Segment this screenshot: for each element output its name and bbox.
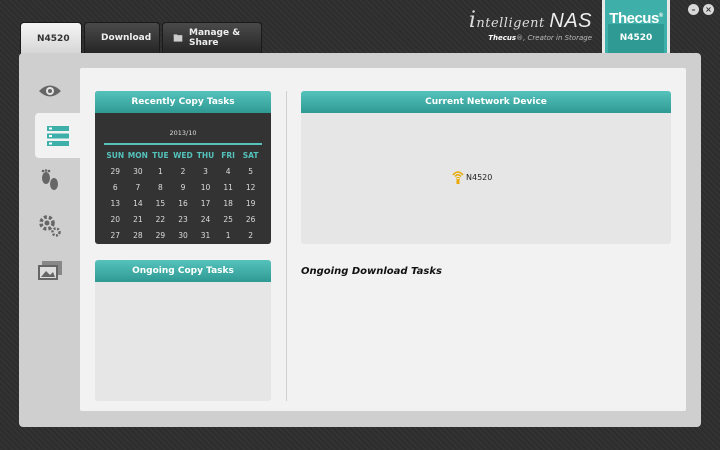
calendar-day[interactable]: 27 — [104, 231, 127, 240]
calendar-day[interactable]: 21 — [127, 215, 150, 224]
calendar-day[interactable]: 24 — [194, 215, 217, 224]
recent-copy-panel: Recently Copy Tasks 2013/10 SUN MON TUE WED… — [95, 91, 271, 244]
calendar-day[interactable]: 26 — [239, 215, 262, 224]
shield-text: Thecus® N4520 — [602, 10, 670, 43]
logo-name: Thecus® — [609, 10, 663, 27]
tab-manage-share[interactable]: Manage & Share — [162, 22, 262, 53]
calendar-grid: SUN MON TUE WED THU FRI SAT 29 30 1 2 3 4 5 6 7 8 9 10 11 1… — [104, 147, 262, 243]
folder-icon — [173, 34, 183, 42]
sidebar-item-gallery[interactable] — [19, 248, 80, 293]
device-label: N4520 — [466, 172, 493, 182]
weekday-label: SAT — [242, 150, 259, 160]
calendar-day[interactable]: 12 — [239, 183, 262, 192]
sidebar-item-overview[interactable] — [19, 68, 80, 113]
weekday-label: THU — [196, 150, 215, 160]
calendar-day[interactable]: 30 — [127, 167, 150, 176]
calendar-day[interactable]: 6 — [104, 183, 127, 192]
product-tagline: Thecus®, Creator in Storage — [466, 34, 592, 42]
calendar-day[interactable]: 22 — [149, 215, 172, 224]
calendar-day[interactable]: 4 — [217, 167, 240, 176]
calendar-day[interactable]: 9 — [172, 183, 195, 192]
weekday-label: SUN — [106, 150, 125, 160]
download-tasks-title: Ongoing Download Tasks — [301, 266, 442, 277]
calendar-day[interactable]: 30 — [172, 231, 195, 240]
ongoing-copy-title: Ongoing Copy Tasks — [95, 260, 271, 282]
task-list-icon — [46, 125, 69, 146]
weekday-label: WED — [173, 150, 193, 160]
calendar-day[interactable]: 16 — [172, 199, 195, 208]
sidebar-item-settings[interactable] — [19, 203, 80, 248]
calendar-day[interactable]: 15 — [149, 199, 172, 208]
footprints-icon — [41, 168, 58, 190]
sidebar-item-activity[interactable] — [19, 158, 80, 203]
tab-bar: N4520 Download Manage & Share — [20, 22, 262, 54]
calendar-week-row: 13 14 15 16 17 18 19 — [104, 195, 262, 211]
minimize-button[interactable]: – — [688, 4, 699, 15]
calendar-week-row: 20 21 22 23 24 25 26 — [104, 211, 262, 227]
product-title: intelligent NAS — [466, 8, 592, 33]
tagline-rest: ®, Creator in Storage — [516, 34, 592, 42]
calendar-day[interactable]: 10 — [194, 183, 217, 192]
tab-label: N4520 — [37, 33, 70, 44]
calendar-week-row: 27 28 29 30 31 1 2 — [104, 227, 262, 243]
close-button[interactable]: × — [703, 4, 714, 15]
wifi-device-icon — [452, 171, 464, 184]
calendar-day[interactable]: 1 — [217, 231, 240, 240]
sidebar-item-tasks[interactable] — [35, 113, 80, 158]
network-device-panel: Current Network Device — [301, 91, 671, 244]
calendar-day[interactable]: 5 — [239, 167, 262, 176]
calendar-divider — [104, 143, 262, 145]
calendar-day[interactable]: 29 — [104, 167, 127, 176]
product-branding: intelligent NAS Thecus®, Creator in Stor… — [466, 8, 592, 42]
settings-gears-icon — [38, 214, 61, 237]
calendar-day[interactable]: 28 — [127, 231, 150, 240]
calendar-day[interactable]: 17 — [194, 199, 217, 208]
column-divider — [286, 91, 287, 401]
tab-n4520[interactable]: N4520 — [20, 22, 82, 54]
calendar-day[interactable]: 7 — [127, 183, 150, 192]
window-controls: – × — [688, 4, 714, 15]
tab-label: Manage & Share — [189, 28, 241, 48]
calendar-day[interactable]: 11 — [217, 183, 240, 192]
calendar-day[interactable]: 2 — [172, 167, 195, 176]
calendar-week-row: 6 7 8 9 10 11 12 — [104, 179, 262, 195]
weekday-label: TUE — [152, 150, 169, 160]
calendar-day[interactable]: 25 — [217, 215, 240, 224]
sidebar — [19, 68, 80, 412]
title-mid: ntelligent — [476, 16, 550, 31]
logo-model: N4520 — [619, 33, 653, 43]
calendar-day[interactable]: 14 — [127, 199, 150, 208]
network-device-title: Current Network Device — [301, 91, 671, 113]
calendar-day[interactable]: 2 — [239, 231, 262, 240]
ongoing-copy-panel: Ongoing Copy Tasks — [95, 260, 271, 401]
calendar-day[interactable]: 8 — [149, 183, 172, 192]
calendar-day[interactable]: 3 — [194, 167, 217, 176]
weekday-row: SUN MON TUE WED THU FRI SAT — [104, 147, 262, 163]
tab-label: Download — [101, 33, 152, 43]
calendar-day[interactable]: 18 — [217, 199, 240, 208]
title-big: NAS — [549, 10, 592, 32]
calendar-day[interactable]: 19 — [239, 199, 262, 208]
calendar-day[interactable]: 23 — [172, 215, 195, 224]
tab-download[interactable]: Download — [84, 22, 160, 53]
calendar-day[interactable]: 13 — [104, 199, 127, 208]
recent-copy-title: Recently Copy Tasks — [95, 91, 271, 113]
photos-icon — [37, 260, 62, 280]
calendar-day[interactable]: 29 — [149, 231, 172, 240]
calendar-day[interactable]: 31 — [194, 231, 217, 240]
weekday-label: MON — [127, 150, 148, 160]
calendar-day[interactable]: 1 — [149, 167, 172, 176]
calendar-week-row: 29 30 1 2 3 4 5 — [104, 163, 262, 179]
network-device-item[interactable]: N4520 — [452, 169, 492, 185]
eye-icon — [38, 85, 61, 96]
tagline-brand: Thecus — [488, 34, 517, 42]
calendar-month: 2013/10 — [169, 129, 197, 137]
calendar-day[interactable]: 20 — [104, 215, 127, 224]
weekday-label: FRI — [221, 150, 235, 160]
